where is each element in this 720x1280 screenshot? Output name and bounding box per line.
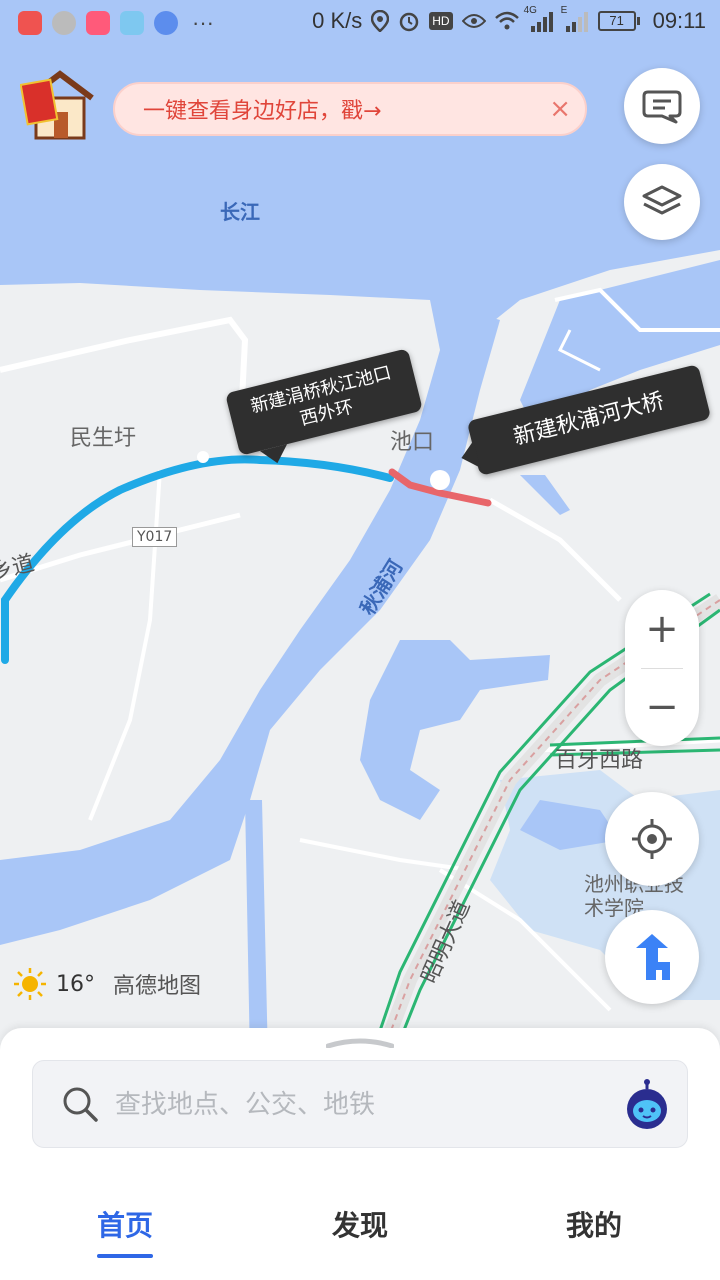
search-input[interactable] xyxy=(113,1081,597,1129)
layers-button[interactable] xyxy=(624,164,700,240)
route-arrow-icon xyxy=(636,934,670,980)
map-canvas[interactable]: 长江 秋浦河 民生圩 池口 Y017 乡道 百牙西路 昭明大道 池州职业技术学院… xyxy=(0,0,720,1060)
more-notifications-icon: ··· xyxy=(192,10,214,35)
wechat-icon xyxy=(52,11,76,35)
signal-2-icon xyxy=(565,12,588,32)
clock: 09:11 xyxy=(652,8,706,33)
tab-active-indicator xyxy=(97,1254,153,1258)
route-button[interactable] xyxy=(605,910,699,1004)
sheet-handle-icon[interactable] xyxy=(326,1034,394,1048)
alarm-icon xyxy=(399,12,419,32)
route-point-right xyxy=(430,470,450,490)
crosshair-icon xyxy=(632,819,672,859)
label-chikou: 池口 xyxy=(390,430,435,455)
wifi-icon xyxy=(494,11,519,30)
locate-button[interactable] xyxy=(605,792,699,886)
eye-icon xyxy=(461,14,486,28)
tab-home[interactable]: 首页 xyxy=(65,1204,185,1244)
close-icon[interactable]: × xyxy=(549,94,571,124)
network-speed: 0 K/s xyxy=(312,8,363,33)
location-icon xyxy=(371,10,390,32)
label-y017: Y017 xyxy=(132,527,178,547)
signal-icon xyxy=(530,12,553,32)
tab-mine[interactable]: 我的 xyxy=(534,1204,654,1244)
baidu-icon xyxy=(154,11,178,35)
battery-indicator: 71 xyxy=(597,11,640,31)
temperature: 16° xyxy=(56,971,95,997)
zoom-out-button[interactable]: − xyxy=(625,668,699,746)
weather-widget[interactable]: 16° 高德地图 xyxy=(12,966,201,1002)
promo-text: 一键查看身边好店，戳→ xyxy=(143,99,382,124)
amap-brand: 高德地图 xyxy=(113,974,202,999)
layers-icon xyxy=(642,185,682,215)
voice-assistant-icon[interactable] xyxy=(621,1079,673,1131)
chat-bubble-icon xyxy=(642,90,682,124)
status-bar: ··· 0 K/s HD 4G E 71 09:11 xyxy=(0,0,720,50)
label-changjiang: 长江 xyxy=(220,200,260,224)
sun-icon xyxy=(14,968,46,1000)
route-point-left xyxy=(197,451,209,463)
zoom-control: + − xyxy=(625,590,699,746)
mic-app-icon xyxy=(18,11,42,35)
promo-banner[interactable]: 一键查看身边好店，戳→ × xyxy=(113,82,587,136)
hd-badge: HD xyxy=(429,12,453,30)
wanghong-shop-logo[interactable] xyxy=(19,70,98,144)
plane-app-icon xyxy=(120,11,144,35)
label-baiya-road: 百牙西路 xyxy=(555,748,644,773)
search-box[interactable] xyxy=(32,1060,688,1148)
tab-bar: 首页 发现 我的 xyxy=(0,1180,720,1280)
message-button[interactable] xyxy=(624,68,700,144)
label-minshengyu: 民生圩 xyxy=(70,426,137,451)
video-app-icon xyxy=(86,11,110,35)
search-icon xyxy=(63,1087,98,1122)
zoom-in-button[interactable]: + xyxy=(625,590,699,668)
tab-discover[interactable]: 发现 xyxy=(300,1204,420,1244)
